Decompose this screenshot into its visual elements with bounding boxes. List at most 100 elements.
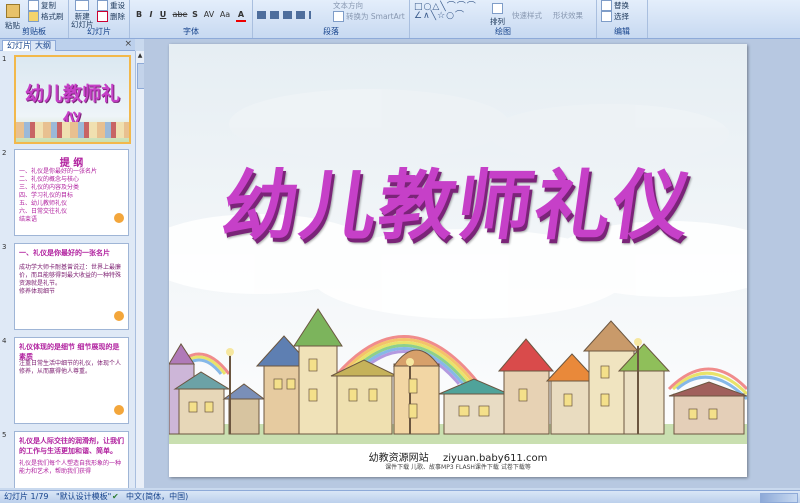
paste-icon <box>5 4 20 18</box>
thumbnail-line: 四、学习礼仪的目标 <box>19 192 74 199</box>
site-subtitle: 课件下载 儿歌、故事MP3 FLASH课件下载 试卷下载等 <box>385 464 531 471</box>
slide-illustration <box>169 44 747 477</box>
thumbnail-line: 三、礼仪的内容及分类 <box>19 184 80 191</box>
copy-icon <box>28 0 39 11</box>
drawing-group: □○△╲⌒⌒⌒ ∠∧╲☆○⌒ 排列 快速样式 形状效果 绘图 <box>410 0 597 38</box>
thumbnail-number: 1 <box>2 55 7 63</box>
convert-smartart-button[interactable]: 转换为 SmartArt <box>333 11 405 22</box>
flower-icon <box>114 213 124 223</box>
thumbnail-text: 一、礼仪是你最好的一张名片 二、礼仪的概念与核心 三、礼仪的内容及分类 四、学习… <box>19 168 124 224</box>
select-button[interactable]: 选择 <box>601 11 629 22</box>
flower-icon <box>114 405 124 415</box>
thumbnail-title: 一、礼仪是你最好的一张名片 <box>19 249 110 257</box>
select-label: 选择 <box>614 12 629 21</box>
thumbnail-line: 一、礼仪是你最好的一张名片 <box>19 168 98 175</box>
scroll-up-icon[interactable]: ▲ <box>136 52 144 60</box>
editing-group-label: 编辑 <box>614 27 630 36</box>
copy-button[interactable]: 复制 <box>28 0 56 11</box>
thumbnail-number: 3 <box>2 243 7 251</box>
font-group: B I U abe S AV Aa A 字体 <box>130 0 253 38</box>
text-direction-button[interactable]: 文本方向 <box>333 0 363 11</box>
font-group-label: 字体 <box>183 27 199 36</box>
slide-thumbnail-panel: 1 幼儿教师礼仪 2 提 纲 一、礼仪是你最好的一张名片 二、礼仪的概念与核心 … <box>0 51 135 488</box>
thumbnail-line: 结束语 <box>19 216 38 223</box>
flower-icon <box>114 311 124 321</box>
shape-effects-button[interactable]: 形状效果 <box>553 10 583 21</box>
tab-outline[interactable]: 大纲 <box>30 40 56 51</box>
thumbnail-number: 5 <box>2 431 7 439</box>
bold-button[interactable]: B <box>134 10 144 20</box>
text-direction-label: 文本方向 <box>333 1 363 10</box>
reset-button[interactable]: 重设 <box>97 0 125 11</box>
smartart-icon <box>333 11 344 22</box>
thumbnail-slide-5[interactable]: 礼仪是人际交往的润滑剂，让我们的工作与生活更加和谐、简单。 礼仪是我们每个人塑造… <box>14 431 129 488</box>
current-slide[interactable]: 幼儿教师礼仪 幼教资源网站 ziyuan.baby611.com 课件下载 儿歌… <box>169 44 747 477</box>
thumbnail-text: 成功学大师卡耐基曾说过：世界上最廉价，而且能够得到最大收益的一种特殊资源就是礼节… <box>19 264 124 296</box>
theme-name[interactable]: "默认设计模板" <box>56 491 111 503</box>
status-bar: 幻灯片 1/79 "默认设计模板" ✔ 中文(简体，中国) <box>0 490 800 503</box>
close-icon[interactable]: × <box>124 39 132 50</box>
new-slide-icon <box>75 0 90 11</box>
reset-label: 重设 <box>110 1 125 10</box>
convert-smartart-label: 转换为 SmartArt <box>346 12 405 21</box>
format-painter-label: 格式刷 <box>41 12 64 21</box>
thumbnail-line: 修养体现细节 <box>19 288 56 295</box>
thumbnail-slide-2[interactable]: 提 纲 一、礼仪是你最好的一张名片 二、礼仪的概念与核心 三、礼仪的内容及分类 … <box>14 149 129 236</box>
copy-label: 复制 <box>41 1 56 10</box>
font-color-button[interactable]: A <box>236 10 246 22</box>
change-case-button[interactable]: Aa <box>218 10 232 20</box>
drawing-group-label: 绘图 <box>495 27 511 36</box>
new-slide-button[interactable]: 新建 幻灯片 <box>71 0 94 29</box>
clipboard-group-label: 剪贴板 <box>22 27 46 36</box>
delete-label: 删除 <box>110 12 125 21</box>
thumbnail-line: 二、礼仪的概念与核心 <box>19 176 80 183</box>
slide-position: 幻灯片 1/79 <box>4 492 49 501</box>
clipboard-group: 粘贴 复制 格式刷 剪贴板 <box>0 0 69 38</box>
thumbnail-slide-3[interactable]: 一、礼仪是你最好的一张名片 成功学大师卡耐基曾说过：世界上最廉价，而且能够得到最… <box>14 243 129 330</box>
check-icon[interactable]: ✔ <box>112 491 119 503</box>
thumbnail-slide-1[interactable]: 幼儿教师礼仪 <box>14 55 131 144</box>
format-painter-button[interactable]: 格式刷 <box>28 11 64 22</box>
slides-group: 新建 幻灯片 重设 删除 幻灯片 <box>69 0 130 38</box>
paragraph-group-label: 段落 <box>323 27 339 36</box>
arrange-button[interactable]: 排列 <box>490 3 505 27</box>
align-buttons[interactable] <box>257 11 311 19</box>
thumbnail-line: 成功学大师卡耐基曾说过：世界上最廉价，而且能够得到最大收益的一种特殊资源就是礼节… <box>19 264 122 287</box>
arrange-icon <box>492 3 503 14</box>
reset-icon <box>97 0 108 11</box>
panel-tabs: 幻灯片 大纲 × <box>0 39 135 51</box>
thumbnail-text: 注重日常生活中细节的礼仪，体现个人修养，从而赢得他人尊重。 <box>19 360 124 376</box>
thumbnail-number: 2 <box>2 149 7 157</box>
panel-scrollbar[interactable]: ▲ <box>135 51 145 488</box>
thumbnail-text: 礼仪是我们每个人塑造自我形象的一种能力和艺术，帮助我们获得 <box>19 460 124 476</box>
slides-group-label: 幻灯片 <box>87 27 111 36</box>
replace-icon <box>601 0 612 11</box>
char-spacing-button[interactable]: AV <box>202 10 216 20</box>
brush-icon <box>28 11 39 22</box>
quick-styles-button[interactable]: 快速样式 <box>512 10 542 21</box>
thumbnail-slide-4[interactable]: 礼仪体现的是细节 细节展现的是素质 注重日常生活中细节的礼仪，体现个人修养，从而… <box>14 337 129 424</box>
ribbon: 粘贴 复制 格式刷 剪贴板 新建 幻灯片 重设 删除 幻灯片 B I U abe… <box>0 0 800 39</box>
thumbnail-line: 礼仪是我们每个人塑造自我形象的一种能力和艺术，帮助我们获得 <box>19 460 122 475</box>
thumbnail-line: 注重日常生活中细节的礼仪，体现个人修养，从而赢得他人尊重。 <box>19 360 122 375</box>
paragraph-group: 文本方向 转换为 SmartArt 段落 <box>253 0 410 38</box>
italic-button[interactable]: I <box>146 10 156 20</box>
shadow-button[interactable]: S <box>190 10 200 20</box>
thumbnail-title: 礼仪体现的是细节 细节展现的是素质 <box>19 343 120 361</box>
language-indicator[interactable]: 中文(简体，中国) <box>126 491 188 503</box>
strikethrough-button[interactable]: abe <box>172 10 188 20</box>
select-icon <box>601 11 612 22</box>
shape-effects-label: 形状效果 <box>553 11 583 20</box>
thumbnail-houses <box>16 122 129 138</box>
thumbnail-line: 五、幼儿教师礼仪 <box>19 200 68 207</box>
quick-styles-label: 快速样式 <box>512 11 542 20</box>
delete-button[interactable]: 删除 <box>97 11 125 22</box>
replace-label: 替换 <box>614 1 629 10</box>
replace-button[interactable]: 替换 <box>601 0 629 11</box>
thumbnail-line: 六、日常交往礼仪 <box>19 208 68 215</box>
underline-button[interactable]: U <box>158 10 168 20</box>
shapes-gallery[interactable]: □○△╲⌒⌒⌒ ∠∧╲☆○⌒ <box>414 3 476 21</box>
thumbnail-number: 4 <box>2 337 7 345</box>
editing-group: 替换 选择 编辑 <box>597 0 648 38</box>
slide-title[interactable]: 幼儿教师礼仪 <box>169 144 747 254</box>
